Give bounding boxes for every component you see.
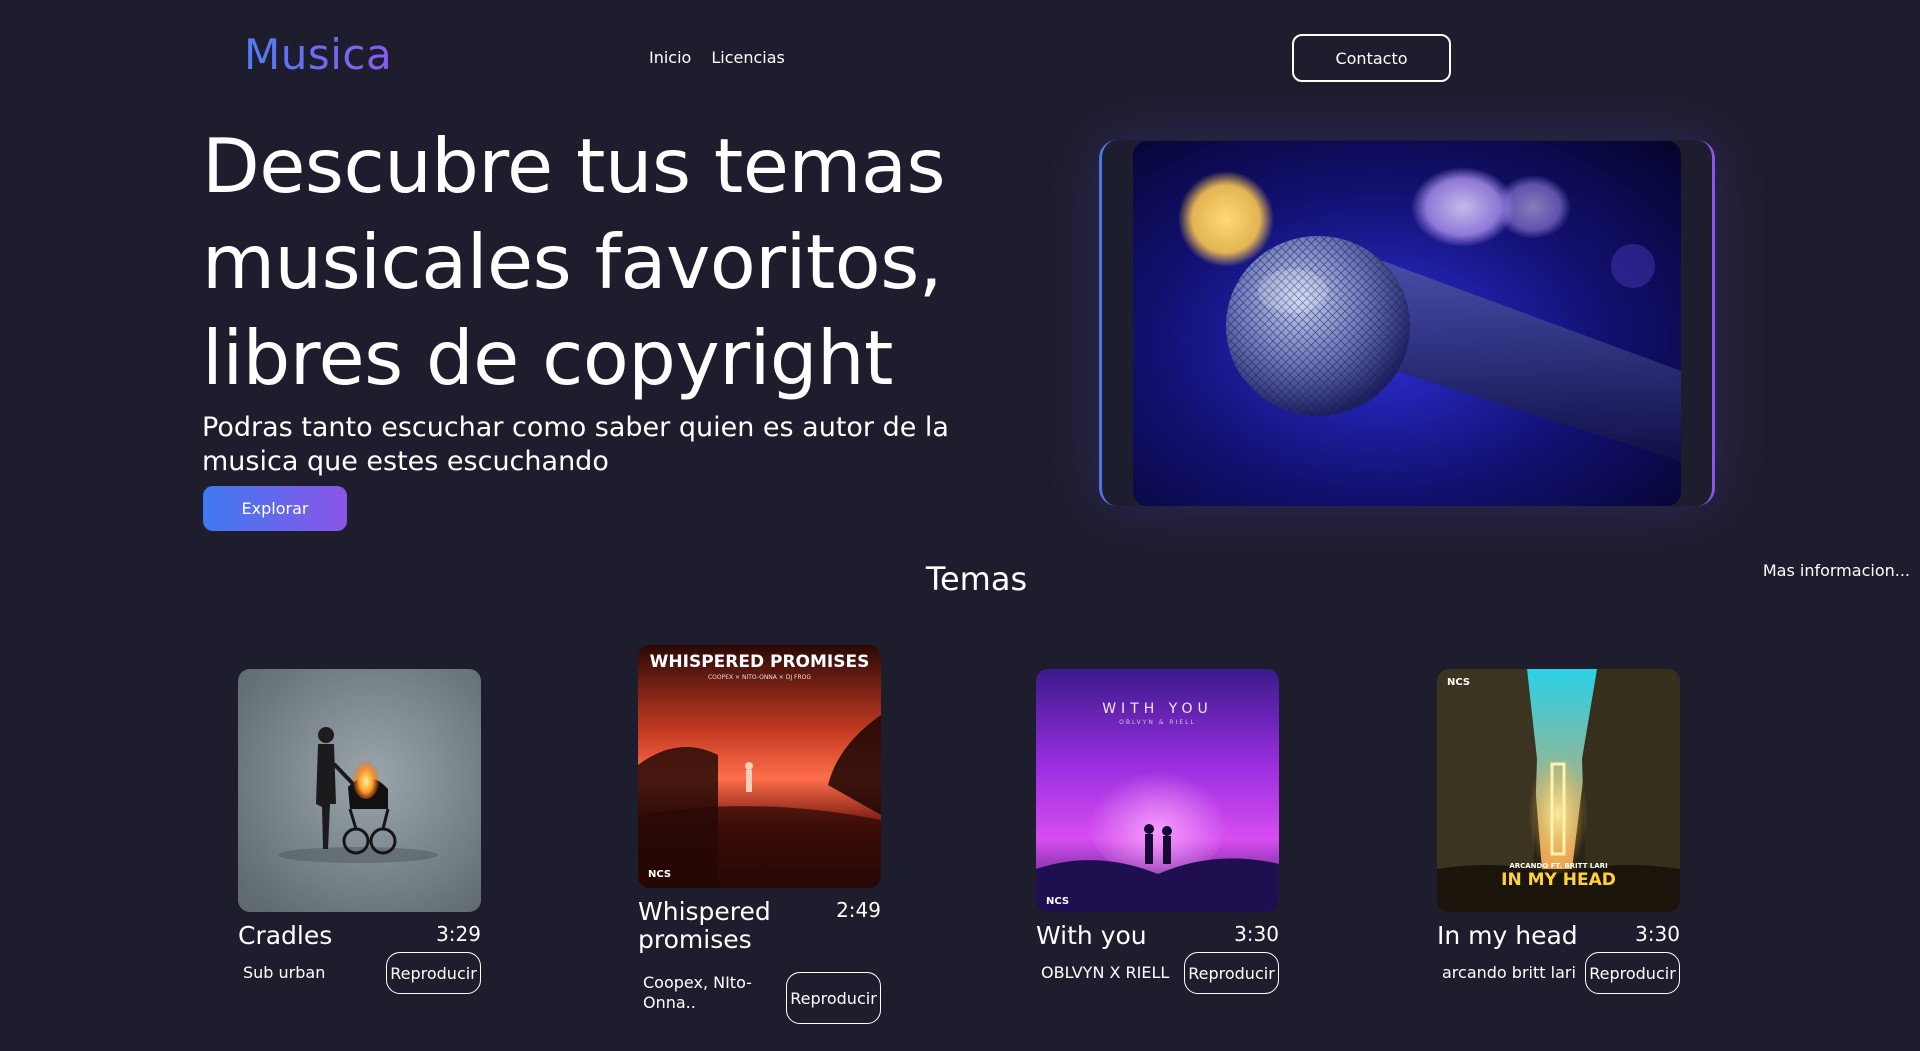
- cover-title: IN MY HEAD: [1501, 870, 1616, 890]
- track-title: Cradles: [238, 921, 333, 950]
- page: Musica Inicio Licencias Contacto Descubr…: [0, 0, 1920, 1051]
- nav-link-inicio[interactable]: Inicio: [649, 48, 691, 67]
- whispered-promises-cover[interactable]: WHISPERED PROMISES COOPEX × NITO-ONNA × …: [638, 645, 881, 888]
- track-duration: 3:30: [1234, 922, 1279, 946]
- cradles-cover[interactable]: [238, 669, 481, 912]
- track-title: In my head: [1437, 921, 1578, 950]
- cover-subtitle: OBLVYN & RIELL: [1119, 719, 1196, 726]
- explore-button[interactable]: Explorar: [203, 486, 347, 531]
- track-card-whispered-promises: WHISPERED PROMISES COOPEX × NITO-ONNA × …: [638, 645, 881, 1024]
- cover-title: WITH YOU: [1102, 701, 1213, 717]
- contact-button[interactable]: Contacto: [1292, 34, 1451, 82]
- track-duration: 3:30: [1635, 922, 1680, 946]
- in-my-head-cover[interactable]: ARCANDO FT. BRITT LARI IN MY HEAD NCS: [1437, 669, 1680, 912]
- ncs-logo: NCS: [1046, 896, 1070, 907]
- track-artist: Coopex, NIto-Onna..: [643, 973, 752, 1012]
- ncs-logo: NCS: [648, 869, 672, 880]
- hero-subtitle: Podras tanto escuchar como saber quien e…: [202, 412, 949, 477]
- site-logo[interactable]: Musica: [244, 30, 392, 79]
- cover-subtitle: COOPEX × NITO-ONNA × DJ FROG: [707, 674, 812, 681]
- play-button[interactable]: Reproducir: [1184, 952, 1279, 994]
- track-artist: arcando britt lari: [1442, 963, 1576, 982]
- track-artist: OBLVYN X RIELL: [1041, 963, 1170, 982]
- hero-title: Descubre tus temas musicales favoritos, …: [202, 122, 946, 402]
- track-title: With you: [1036, 921, 1147, 950]
- with-you-cover[interactable]: WITH YOU OBLVYN & RIELL NCS: [1036, 669, 1279, 912]
- track-duration: 3:29: [436, 922, 481, 946]
- track-duration: 2:49: [836, 898, 881, 922]
- track-title: Whispered promises: [638, 897, 771, 954]
- ncs-logo: NCS: [1447, 677, 1471, 688]
- play-button[interactable]: Reproducir: [786, 972, 881, 1024]
- cover-subtitle: ARCANDO FT. BRITT LARI: [1509, 862, 1608, 870]
- track-card-in-my-head: ARCANDO FT. BRITT LARI IN MY HEAD NCS In…: [1437, 669, 1680, 1032]
- nav-link-licencias[interactable]: Licencias: [711, 48, 785, 67]
- section-title-temas: Temas: [925, 560, 1028, 598]
- track-artist: Sub urban: [243, 963, 326, 982]
- play-button[interactable]: Reproducir: [1585, 952, 1680, 994]
- track-card-cradles: Cradles 3:29 Sub urban Reproducir: [238, 669, 481, 1032]
- more-info-link[interactable]: Mas informacion...: [1763, 561, 1910, 580]
- cover-title: WHISPERED PROMISES: [649, 652, 870, 672]
- microphone-image: [1133, 141, 1681, 506]
- track-card-with-you: WITH YOU OBLVYN & RIELL NCS With you 3:3…: [1036, 669, 1279, 1032]
- main-nav: Inicio Licencias: [649, 48, 785, 67]
- play-button[interactable]: Reproducir: [386, 952, 481, 994]
